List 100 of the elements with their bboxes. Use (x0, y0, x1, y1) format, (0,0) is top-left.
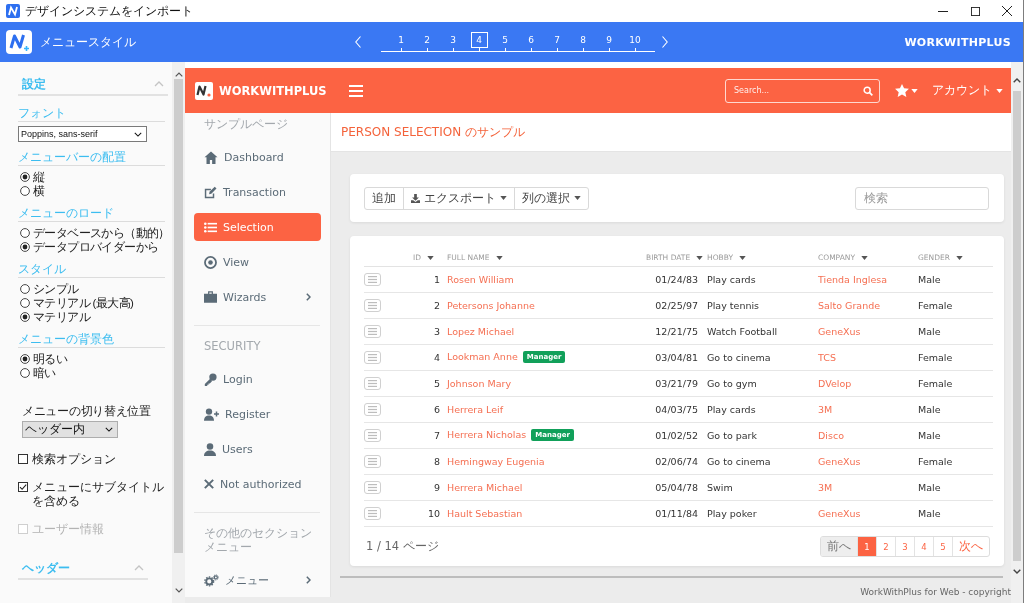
radio-button[interactable] (20, 228, 30, 238)
step-button[interactable]: 10 (626, 32, 644, 48)
step-button[interactable]: 8 (574, 32, 592, 48)
list-icon (204, 221, 217, 233)
table-cell: Female (918, 351, 953, 363)
scrollbar-thumb[interactable] (1013, 91, 1021, 561)
person-link[interactable]: Hault Sebastian (447, 507, 523, 519)
sidebar-item[interactable]: Not authorized (194, 470, 321, 498)
step-button[interactable]: 9 (600, 32, 618, 48)
sidebar-item[interactable]: View (194, 248, 321, 276)
font-select[interactable]: Poppins, sans-serif (18, 126, 147, 142)
company-link[interactable]: GeneXus (818, 455, 861, 467)
checkbox[interactable] (18, 454, 28, 464)
sidebar-item[interactable]: Selection (194, 213, 321, 241)
radio-button[interactable] (20, 284, 30, 294)
sidebar-item[interactable]: メニュー (194, 566, 321, 594)
previous-step-button[interactable] (353, 34, 363, 50)
table-cell: Play tennis (707, 299, 760, 311)
row-menu-button[interactable] (364, 480, 381, 494)
company-link[interactable]: DVelop (818, 377, 852, 389)
step-button[interactable]: 6 (522, 32, 540, 48)
step-button[interactable]: 3 (444, 32, 462, 48)
chevron-down-icon (105, 427, 113, 432)
company-link[interactable]: GeneXus (818, 325, 861, 337)
scrollbar-thumb[interactable] (174, 79, 183, 553)
step-button[interactable]: 2 (418, 32, 436, 48)
company-link[interactable]: 3M (818, 481, 833, 493)
minimize-icon (938, 10, 948, 12)
sidebar-item[interactable]: Register (194, 400, 321, 428)
radio-button[interactable] (20, 186, 30, 196)
step-button[interactable]: 4 (470, 32, 488, 48)
table-cell: Go to park (707, 429, 757, 441)
company-link[interactable]: Disco (818, 429, 844, 441)
row-menu-button[interactable] (364, 272, 381, 286)
radio-button[interactable] (20, 312, 30, 322)
row-menu-button[interactable] (364, 428, 381, 442)
previous-page-button[interactable]: 前へ (821, 537, 857, 556)
row-menu-button[interactable] (364, 506, 381, 520)
person-link[interactable]: Lopez Michael (447, 325, 515, 337)
row-menu-button[interactable] (364, 298, 381, 312)
step-button[interactable]: 1 (392, 32, 410, 48)
radio-button[interactable] (20, 298, 30, 308)
dropdown-button[interactable]: 列の選択 (514, 187, 588, 209)
step-button[interactable]: 5 (496, 32, 514, 48)
sidebar-item[interactable]: Wizards (194, 283, 321, 311)
sidebar-item[interactable]: Login (194, 365, 321, 393)
person-link[interactable]: Herrera Nicholas (447, 429, 527, 440)
sidebar-section-label: サンプルページ (204, 117, 288, 131)
table-cell: Female (918, 455, 953, 467)
page-button[interactable]: 4 (914, 537, 933, 556)
row-menu-button[interactable] (364, 402, 381, 416)
next-page-button[interactable]: 次へ (952, 537, 989, 556)
row-menu-button[interactable] (364, 324, 381, 338)
company-link[interactable]: TCS (818, 351, 836, 363)
company-link[interactable]: Salto Grande (818, 299, 881, 311)
table-cell: 10 (427, 507, 440, 519)
scrollbar[interactable] (1011, 62, 1023, 603)
step-button[interactable]: 7 (548, 32, 566, 48)
section-header[interactable]: 設定 (18, 74, 168, 96)
radio-button[interactable] (20, 368, 30, 378)
dropdown-select[interactable]: ヘッダー内 (22, 421, 118, 438)
search-field[interactable]: 検索 (855, 186, 989, 210)
page-button[interactable]: 5 (933, 537, 952, 556)
page-button[interactable]: 1 (857, 537, 876, 556)
sidebar-section-label: その他のセクションメニュー (204, 526, 313, 554)
row-menu-button[interactable] (364, 350, 381, 364)
person-link[interactable]: Herrera Michael (447, 481, 523, 493)
radio-button[interactable] (20, 242, 30, 252)
row-menu-button[interactable] (364, 454, 381, 468)
row-menu-button[interactable] (364, 376, 381, 390)
radio-button[interactable] (20, 172, 30, 182)
export-button[interactable]: エクスポート (403, 187, 514, 209)
checkbox[interactable] (18, 482, 28, 492)
scrollbar[interactable] (172, 62, 185, 603)
radio-button[interactable] (20, 354, 30, 364)
sidebar-item[interactable]: Dashboard (194, 143, 321, 171)
person-link[interactable]: Lookman Anne (447, 351, 518, 362)
next-step-button[interactable] (660, 34, 670, 50)
lines-icon (368, 379, 377, 387)
person-link[interactable]: Petersons Johanne (447, 299, 535, 311)
sidebar-item[interactable]: Transaction (194, 178, 321, 206)
person-link[interactable]: Herrera Leif (447, 403, 503, 415)
menu-button[interactable] (348, 84, 363, 97)
person-link[interactable]: Johnson Mary (447, 377, 511, 389)
sidebar-item[interactable]: Users (194, 435, 321, 463)
company-link[interactable]: GeneXus (818, 507, 861, 519)
person-link[interactable]: Rosen William (447, 273, 514, 285)
account-menu-button[interactable]: アカウント (932, 82, 1003, 99)
company-link[interactable]: Tienda Inglesa (818, 273, 887, 285)
brand-name: WORKWITHPLUS (904, 35, 1011, 49)
page-button[interactable]: 3 (895, 537, 914, 556)
option-label: シンプル (33, 281, 79, 297)
chevron-down-icon (174, 588, 183, 593)
toolbar-button[interactable]: 追加 (365, 187, 403, 209)
copyright-text: WorkWithPlus for Web - copyright (860, 586, 1011, 599)
page-button[interactable]: 2 (876, 537, 895, 556)
section-header[interactable]: ヘッダー (18, 558, 148, 580)
favorites-button[interactable] (895, 84, 918, 97)
person-link[interactable]: Hemingway Eugenia (447, 455, 545, 467)
company-link[interactable]: 3M (818, 403, 833, 415)
